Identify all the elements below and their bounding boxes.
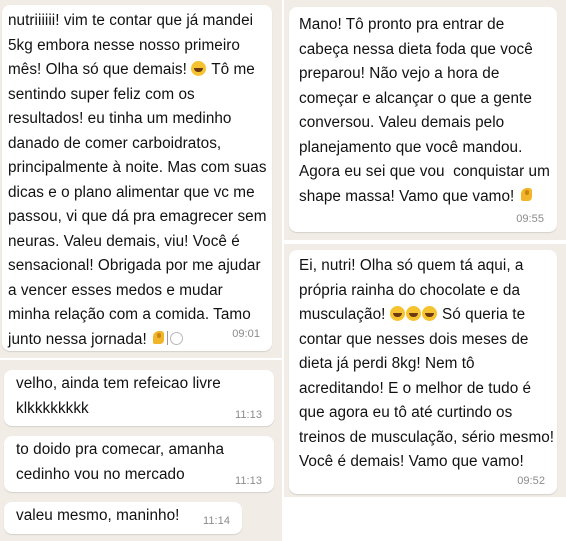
message-line: Mano! Tô pronto pra entrar de (299, 16, 505, 33)
message-line: musculação! Só queria te (299, 306, 526, 323)
fork-knife-plate-icon (167, 330, 184, 346)
chat-message: Mano! Tô pronto pra entrar de cabeça ness… (289, 7, 557, 232)
chat-message: valeu mesmo, maninho! 11:14 (4, 502, 242, 534)
message-text: nutriiiiii! vim te contar que já mandei 5… (8, 9, 267, 352)
message-line: sentindo super feliz com os (8, 85, 195, 103)
message-text: velho, ainda tem refeicao livre klkkkkkkk… (16, 372, 221, 421)
message-line: cabeça nessa dieta foda que você (299, 40, 533, 58)
message-line: própria rainha do chocolate e da (299, 281, 521, 299)
laughing-face-icon (405, 306, 421, 321)
chat-message: to doido pra comecar, amanha cedinho vou … (4, 436, 274, 492)
laughing-face-icon (421, 306, 437, 321)
message-line: 5kg embora nesse nosso primeiro (8, 36, 240, 54)
message-line: passou, vi que dá pra emagrecer sem (8, 208, 267, 225)
message-line: cedinho vou no mercado (16, 465, 185, 483)
chat-message: Ei, nutri! Olha só quem tá aqui, a própri… (289, 250, 557, 494)
flexed-biceps-icon (519, 187, 535, 203)
message-line: treinos de musculação, sério mesmo! (299, 428, 555, 446)
message-timestamp: 09:52 (517, 475, 545, 487)
message-line: planejamento que você mandou. (299, 138, 523, 156)
message-line: junto nessa jornada! (8, 328, 267, 353)
message-line: mês! Olha só que demais! Tô me (8, 61, 255, 78)
message-timestamp: 11:13 (235, 409, 262, 421)
message-line: dicas e o plano alimentar que vc me (8, 183, 255, 201)
message-line: neuras. Valeu demais, viu! Você é (8, 232, 240, 250)
message-line: shape massa! Vamo que vamo! (299, 185, 550, 210)
message-line: dieta já perdi 8kg! Nem tô (299, 355, 475, 372)
laughing-face-icon (191, 61, 207, 76)
message-line: resultados! eu tinha um medinho (8, 110, 232, 127)
message-line: Você é demais! Vamo que vamo! (299, 453, 524, 470)
message-line: velho, ainda tem refeicao livre (16, 375, 221, 392)
flexed-biceps-icon (151, 330, 167, 346)
message-timestamp: 11:13 (235, 475, 262, 487)
message-line: sensacional! Obrigada por me ajudar (8, 257, 261, 274)
message-line: a vencer esses medos e mudar (8, 281, 223, 299)
message-line: começar e alcançar o que a gente (299, 89, 532, 107)
message-line: conversou. Valeu demais pelo (299, 114, 505, 131)
message-line: principalmente à noite. Mas com suas (8, 159, 267, 176)
message-line: to doido pra comecar, amanha (16, 441, 225, 458)
message-timestamp: 09:01 (232, 328, 260, 340)
message-line: preparou! Não vejo a hora de (299, 65, 500, 82)
message-line: Agora eu sei que vou conquistar um (299, 163, 550, 180)
message-text: valeu mesmo, maninho! (16, 504, 179, 529)
message-text: to doido pra comecar, amanha cedinho vou … (16, 438, 224, 487)
chat-message: velho, ainda tem refeicao livre klkkkkkkk… (4, 370, 274, 426)
message-line: danado de comer carboidratos, (8, 134, 222, 152)
message-line: contar que nesses dois meses de (299, 330, 529, 348)
message-line: Ei, nutri! Olha só quem tá aqui, a (299, 257, 524, 274)
message-timestamp: 09:55 (516, 213, 544, 225)
message-line: nutriiiiii! vim te contar que já mandei (8, 12, 254, 29)
message-text: Mano! Tô pronto pra entrar de cabeça ness… (299, 13, 550, 209)
message-line: valeu mesmo, maninho! (16, 507, 180, 524)
message-timestamp: 11:14 (203, 515, 230, 527)
chat-message: nutriiiiii! vim te contar que já mandei 5… (2, 5, 272, 351)
message-line: minha relação com a comida. Tamo (8, 306, 251, 323)
message-line: klkkkkkkkk (16, 399, 89, 417)
message-text: Ei, nutri! Olha só quem tá aqui, a própri… (299, 254, 554, 475)
message-line: que agora eu tô até curtindo os (299, 404, 513, 421)
message-line: acreditando! E o melhor de tudo é (299, 379, 532, 397)
laughing-face-icon (389, 306, 405, 321)
